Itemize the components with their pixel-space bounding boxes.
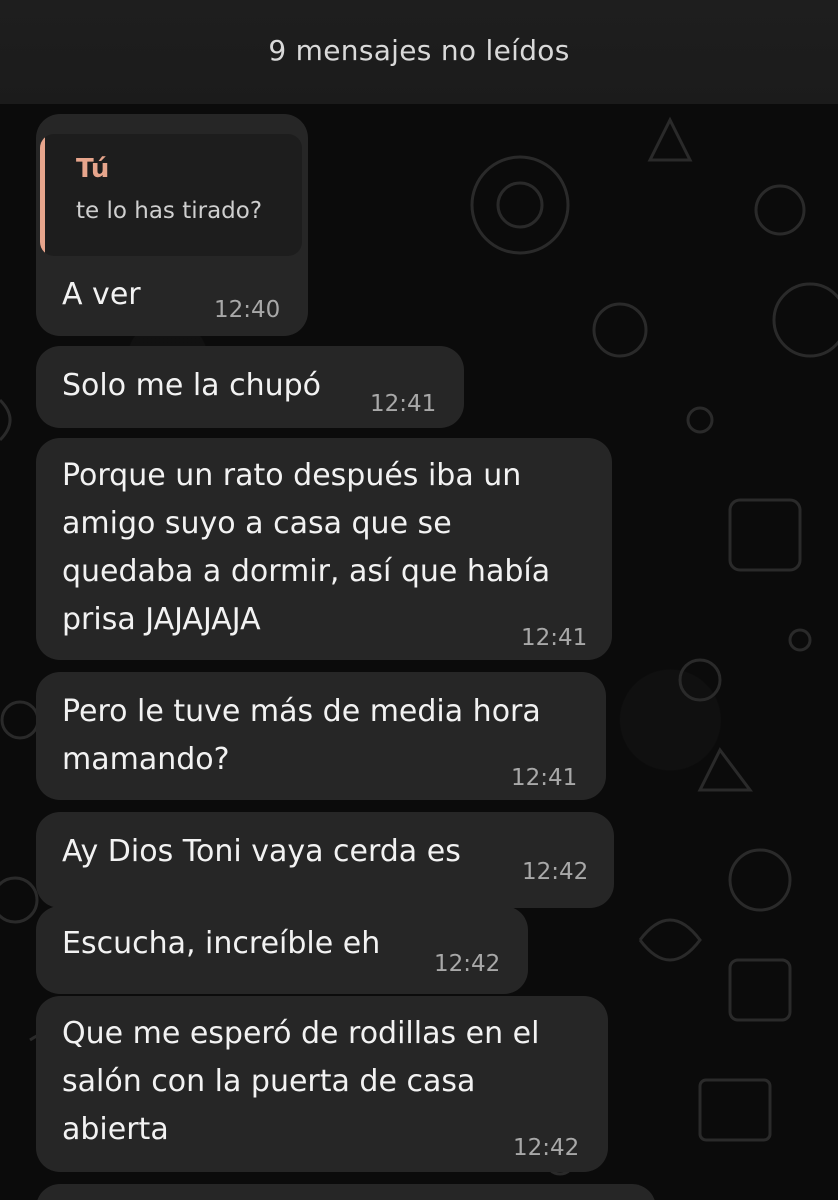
message-bubble[interactable]: Escucha, increíble eh 12:42 [36,906,528,994]
quoted-message[interactable]: Tú te lo has tirado? [40,134,302,256]
quote-author: Tú [76,154,110,184]
message-text: Pero le tuve más de media hora mamando? [62,694,541,777]
message-text: Ay Dios Toni vaya cerda es [62,834,461,869]
message-text: Solo me la chupó [62,368,322,403]
message-bubble[interactable]: Que me esperó de rodillas en el salón co… [36,996,608,1172]
message-bubble[interactable]: Pero le tuve más de media hora mamando? … [36,672,606,800]
message-time: 12:41 [511,765,578,791]
message-bubble-partial[interactable] [36,1184,656,1200]
message-time: 12:42 [434,951,501,977]
message-time: 12:41 [521,625,588,651]
message-text: Escucha, increíble eh [62,926,381,961]
message-bubble[interactable]: Ay Dios Toni vaya cerda es 12:42 [36,812,614,908]
message-time: 12:42 [522,859,589,885]
message-time: 12:41 [370,391,437,417]
chat-view[interactable]: 9 mensajes no leídos A ver 12:40 Tú te l… [0,0,838,1200]
message-bubble[interactable]: Solo me la chupó 12:41 [36,346,464,428]
message-text: A ver [62,277,141,312]
message-time: 12:40 [214,297,281,323]
message-time: 12:42 [513,1135,580,1161]
quote-text: te lo has tirado? [76,198,263,224]
message-text: Que me esperó de rodillas en el salón co… [62,1016,540,1147]
unread-count-label: 9 mensajes no leídos [268,34,570,67]
message-text: Porque un rato después iba un amigo suyo… [62,458,551,637]
unread-messages-banner: 9 mensajes no leídos [0,0,838,104]
message-bubble[interactable]: Porque un rato después iba un amigo suyo… [36,438,612,660]
quote-accent-bar [40,134,45,256]
